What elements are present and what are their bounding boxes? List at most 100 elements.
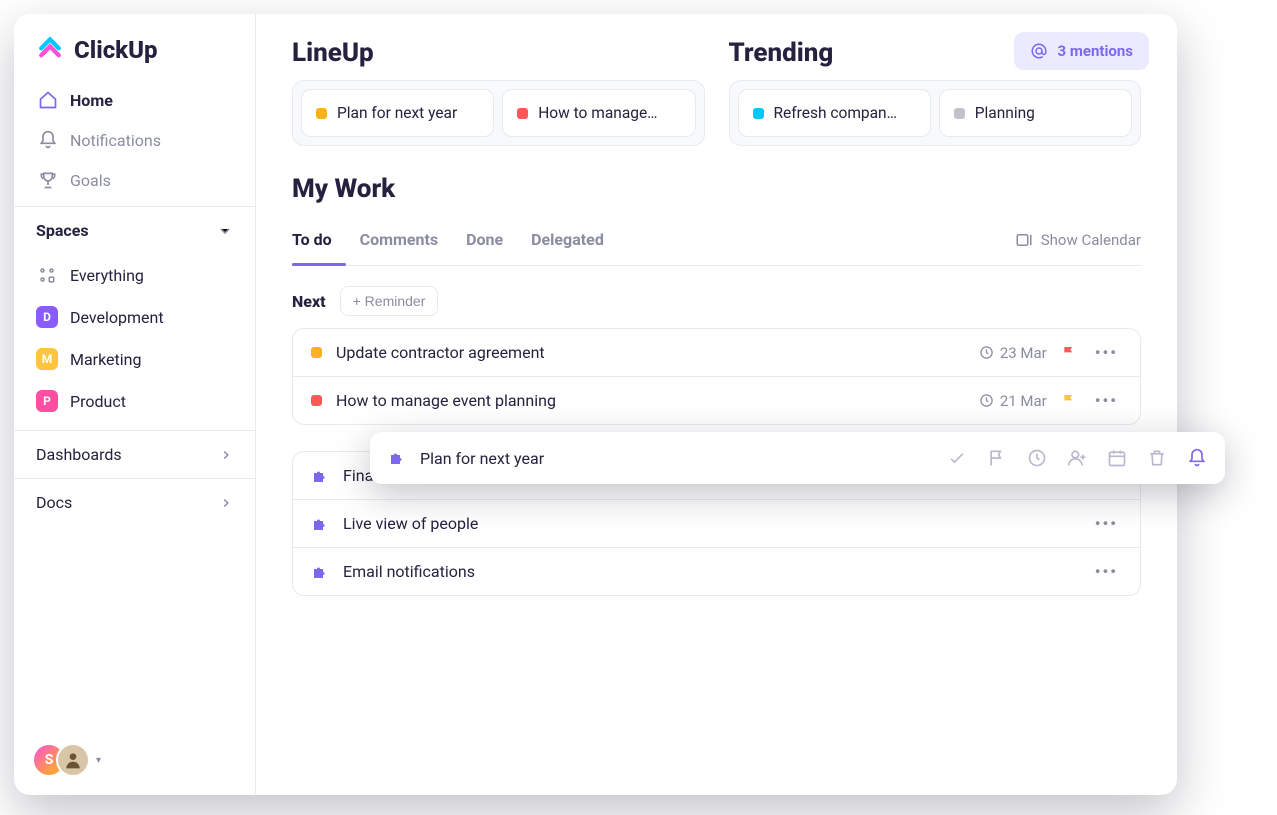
tab-delegated[interactable]: Delegated: [531, 218, 604, 265]
status-dot: [753, 108, 764, 119]
trending-card[interactable]: Planning: [939, 89, 1132, 137]
trending-card-text: Refresh compan…: [774, 104, 897, 122]
puzzle-icon: [311, 467, 329, 485]
app-window: ClickUp Home Notifications Goals Spaces: [14, 14, 1177, 795]
task-row[interactable]: Update contractor agreement 23 Mar •••: [293, 329, 1140, 377]
spaces-list: Everything D Development M Marketing P P…: [14, 254, 255, 422]
clock-icon: [979, 393, 994, 408]
space-badge: P: [36, 390, 58, 412]
mywork-tabs: To do Comments Done Delegated Show Calen…: [292, 218, 1141, 266]
lineup-card-text: How to manage…: [538, 104, 657, 122]
user-avatars[interactable]: S ▾: [32, 743, 101, 777]
nav-notifications-label: Notifications: [70, 131, 161, 150]
task-name: Email notifications: [343, 562, 1077, 581]
nav-home[interactable]: Home: [24, 80, 245, 120]
flag-icon[interactable]: [1061, 393, 1077, 409]
next-header: Next + Reminder: [292, 286, 1141, 316]
bell-icon[interactable]: [1187, 448, 1207, 468]
clock-icon: [979, 345, 994, 360]
trophy-icon: [38, 170, 58, 190]
space-badge: D: [36, 306, 58, 328]
show-calendar-button[interactable]: Show Calendar: [1015, 219, 1141, 265]
trash-icon[interactable]: [1147, 448, 1167, 468]
person-icon: [63, 750, 83, 770]
space-marketing[interactable]: M Marketing: [26, 338, 243, 380]
lineup-card[interactable]: How to manage…: [502, 89, 695, 137]
spaces-header[interactable]: Spaces: [14, 206, 255, 254]
space-development[interactable]: D Development: [26, 296, 243, 338]
more-icon[interactable]: •••: [1091, 562, 1122, 581]
task-name: How to manage event planning: [336, 391, 965, 410]
chevron-down-icon: [217, 223, 233, 239]
space-label: Product: [70, 392, 126, 411]
nav-notifications[interactable]: Notifications: [24, 120, 245, 160]
chevron-down-icon: ▾: [96, 755, 101, 766]
sidebar-nav: Home Notifications Goals: [14, 74, 255, 206]
space-everything[interactable]: Everything: [26, 254, 243, 296]
assign-icon[interactable]: [1067, 448, 1087, 468]
chevron-right-icon: [219, 496, 233, 510]
spaces-header-label: Spaces: [36, 221, 89, 240]
check-icon[interactable]: [947, 448, 967, 468]
clickup-logo-icon: [36, 36, 64, 64]
flag-icon[interactable]: [1061, 345, 1077, 361]
nav-goals[interactable]: Goals: [24, 160, 245, 200]
task-date: 21 Mar: [979, 392, 1047, 410]
nav-goals-label: Goals: [70, 171, 111, 190]
task-row[interactable]: How to manage event planning 21 Mar •••: [293, 377, 1140, 424]
space-label: Marketing: [70, 350, 141, 369]
calendar-panel-icon: [1015, 231, 1033, 249]
sidebar-docs[interactable]: Docs: [14, 478, 255, 526]
tab-comments[interactable]: Comments: [360, 218, 438, 265]
nav-home-label: Home: [70, 91, 113, 110]
puzzle-icon: [388, 449, 406, 467]
sidebar-docs-label: Docs: [36, 493, 72, 512]
popover-title: Plan for next year: [420, 449, 933, 468]
tab-todo[interactable]: To do: [292, 218, 332, 265]
task-name: Update contractor agreement: [336, 343, 965, 362]
space-product[interactable]: P Product: [26, 380, 243, 422]
task-popover: Plan for next year: [370, 432, 1225, 484]
more-icon[interactable]: •••: [1091, 343, 1122, 362]
tab-done[interactable]: Done: [466, 218, 503, 265]
home-icon: [38, 90, 58, 110]
at-icon: [1030, 42, 1048, 60]
trending-card-text: Planning: [975, 104, 1035, 122]
flag-icon[interactable]: [987, 448, 1007, 468]
lineup-tray: Plan for next year How to manage…: [292, 80, 705, 146]
next-label: Next: [292, 292, 326, 311]
task-row[interactable]: Live view of people •••: [293, 500, 1140, 548]
lineup-card-text: Plan for next year: [337, 104, 457, 122]
more-icon[interactable]: •••: [1091, 391, 1122, 410]
sidebar: ClickUp Home Notifications Goals Spaces: [14, 14, 256, 795]
task-row[interactable]: Email notifications •••: [293, 548, 1140, 595]
calendar-icon[interactable]: [1107, 448, 1127, 468]
avatar-photo: [56, 743, 90, 777]
space-label: Development: [70, 308, 164, 327]
status-dot: [517, 108, 528, 119]
grid-icon: [36, 264, 58, 286]
sidebar-dashboards[interactable]: Dashboards: [14, 430, 255, 478]
puzzle-icon: [311, 563, 329, 581]
trending-tray: Refresh compan… Planning: [729, 80, 1142, 146]
trending-card[interactable]: Refresh compan…: [738, 89, 931, 137]
clock-icon[interactable]: [1027, 448, 1047, 468]
status-dot: [954, 108, 965, 119]
brand-name: ClickUp: [74, 36, 158, 64]
more-icon[interactable]: •••: [1091, 514, 1122, 533]
lineup-title: LineUp: [292, 38, 705, 68]
lineup-section: LineUp Plan for next year How to manage…: [292, 38, 705, 146]
main-content: 3 mentions LineUp Plan for next year How…: [256, 14, 1177, 795]
mentions-button[interactable]: 3 mentions: [1014, 32, 1149, 70]
lineup-card[interactable]: Plan for next year: [301, 89, 494, 137]
task-name: Live view of people: [343, 514, 1077, 533]
popover-actions: [947, 448, 1207, 468]
task-date: 23 Mar: [979, 344, 1047, 362]
status-dot: [316, 108, 327, 119]
status-dot: [311, 395, 322, 406]
space-everything-label: Everything: [70, 266, 144, 285]
bell-icon: [38, 130, 58, 150]
task-list-upper: Update contractor agreement 23 Mar ••• H…: [292, 328, 1141, 425]
chevron-right-icon: [219, 448, 233, 462]
add-reminder-button[interactable]: + Reminder: [340, 286, 439, 316]
